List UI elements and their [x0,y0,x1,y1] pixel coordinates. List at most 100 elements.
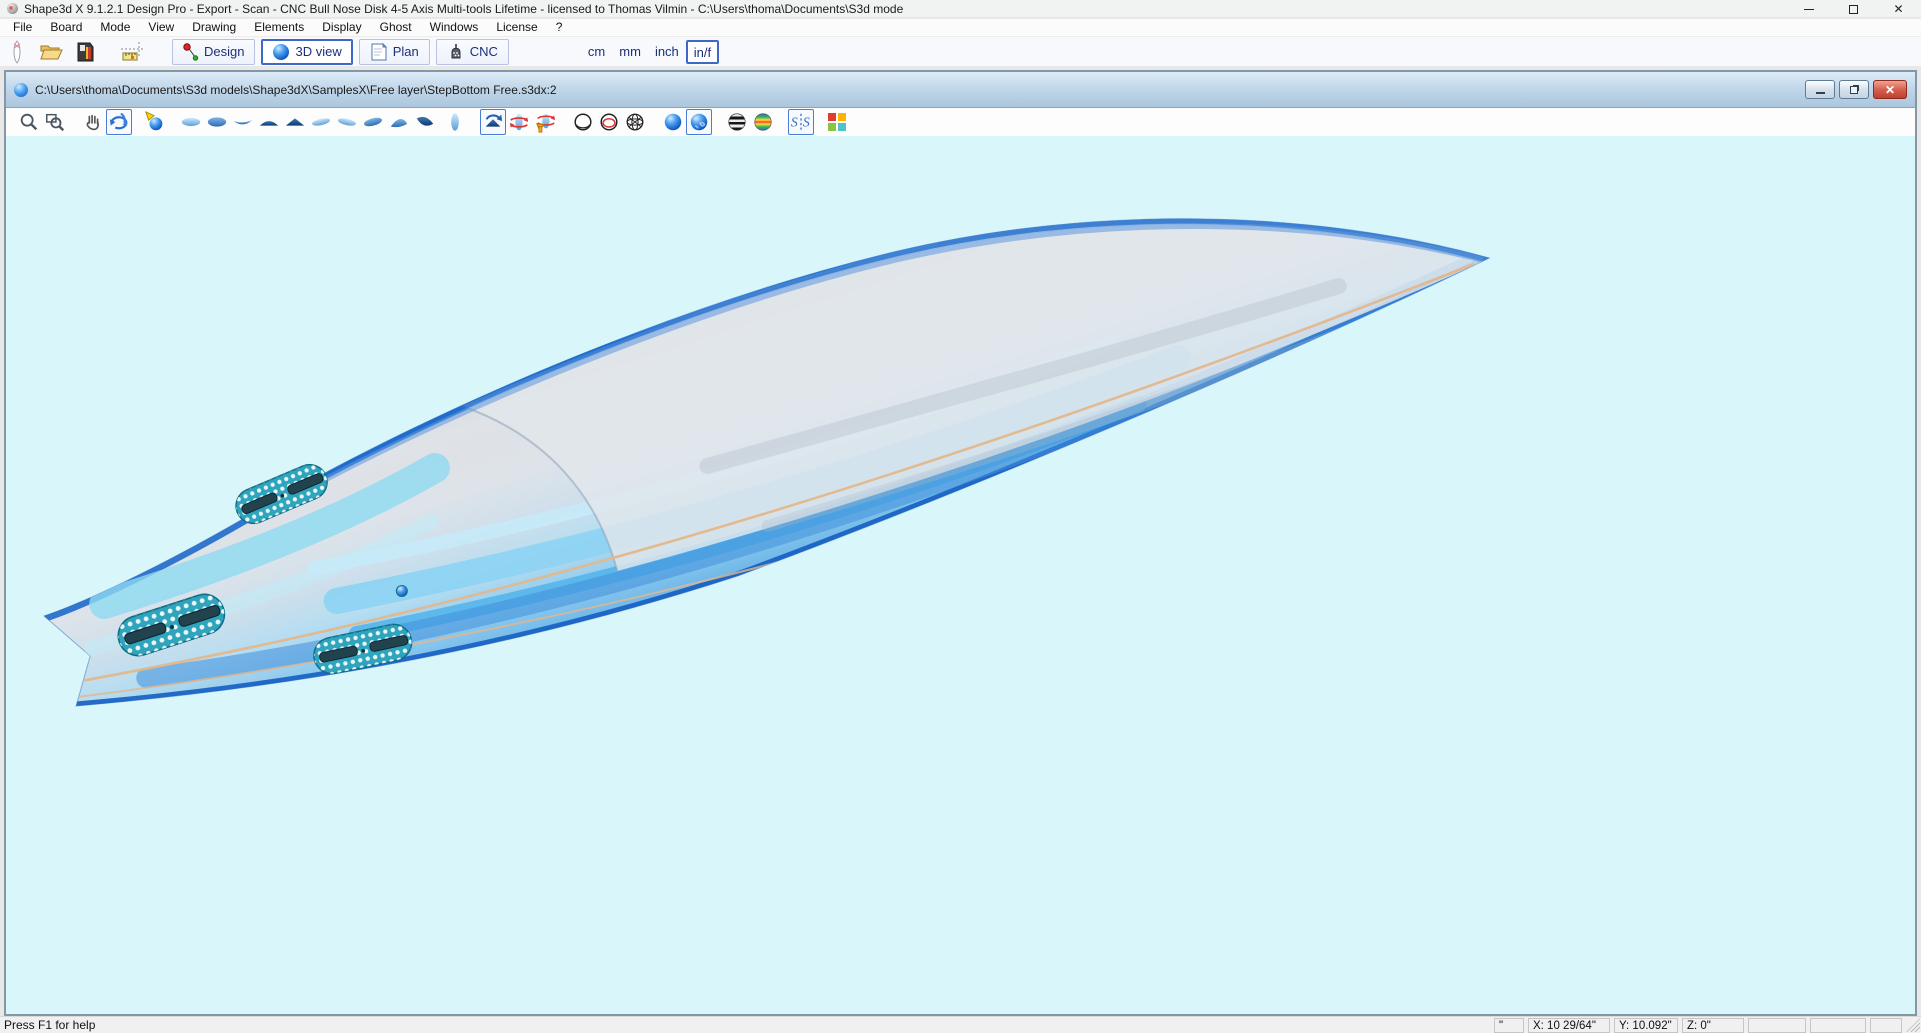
tool-spin-horizontal[interactable] [506,109,532,135]
tool-view-perspective-1[interactable] [308,109,334,135]
main-toolbar: Design 3D view Plan CNC cm mm inch in/f [0,36,1921,66]
tool-render-zebra[interactable] [724,109,750,135]
zoom-icon [18,111,40,133]
tool-view-perspective-5[interactable] [412,109,438,135]
tool-view-perspective-4[interactable] [386,109,412,135]
cnc-button[interactable]: CNC [436,39,509,65]
render-outline-red-icon [598,111,620,133]
status-help-text: Press F1 for help [0,1018,1494,1032]
tool-render-curvature[interactable] [750,109,776,135]
tool-zoom-window[interactable] [42,109,68,135]
spin-vertical-icon [533,111,557,133]
plan-icon [370,43,388,61]
unit-mm[interactable]: mm [612,40,648,64]
colors-icon [827,112,847,132]
window-title: Shape3d X 9.1.2.1 Design Pro - Export - … [24,2,903,16]
menu-drawing[interactable]: Drawing [183,19,245,36]
cnc-icon [447,43,465,61]
menu-license[interactable]: License [487,19,546,36]
unit-in-f[interactable]: in/f [686,40,719,64]
design-label: Design [204,44,244,59]
doc-minimize-button[interactable] [1805,80,1835,99]
unit-cm[interactable]: cm [581,40,612,64]
doc-close-button[interactable]: ✕ [1873,80,1907,99]
resize-grip[interactable] [1906,1018,1920,1032]
tool-render-outline-red[interactable] [596,109,622,135]
status-empty-cell [1810,1018,1866,1033]
close-icon: ✕ [1893,3,1903,15]
tool-view-back[interactable] [282,109,308,135]
light-icon [144,111,166,133]
view-perspective-2-icon [335,111,359,133]
tool-zoom[interactable] [16,109,42,135]
compare-sides-icon: S S [790,111,812,133]
render-outline-icon [572,111,594,133]
measure-button[interactable] [120,39,146,65]
close-button[interactable]: ✕ [1876,0,1921,18]
menu-ghost[interactable]: Ghost [371,19,421,36]
tool-rotation-view[interactable] [480,109,506,135]
tool-view-bottom[interactable] [204,109,230,135]
minimize-button[interactable] [1786,0,1831,18]
menu-file[interactable]: File [4,19,41,36]
status-unit-cell: " [1494,1018,1524,1033]
doc-restore-button[interactable] [1839,80,1869,99]
menu-windows[interactable]: Windows [421,19,488,36]
render-textured-icon [688,111,710,133]
render-zebra-icon [726,111,748,133]
tool-view-perspective-3[interactable] [360,109,386,135]
view-front-icon [257,111,281,133]
new-board-button[interactable] [4,39,30,65]
menu-display[interactable]: Display [313,19,370,36]
open-button[interactable] [38,39,64,65]
open-folder-icon [39,42,63,62]
tool-compare-sides[interactable]: S S [788,109,814,135]
tool-view-profile[interactable] [230,109,256,135]
doc-close-icon: ✕ [1885,83,1895,97]
render-wireframe-icon [624,111,646,133]
doc-minimize-icon [1816,92,1825,94]
menu-view[interactable]: View [139,19,183,36]
maximize-icon [1849,5,1858,14]
3d-viewport[interactable] [6,136,1915,1014]
3d-view-button[interactable]: 3D view [261,39,352,65]
tool-light[interactable] [142,109,168,135]
plan-view-button[interactable]: Plan [359,39,430,65]
menu-bar: File Board Mode View Drawing Elements Di… [0,19,1921,36]
tool-view-front[interactable] [256,109,282,135]
document-title: C:\Users\thoma\Documents\S3d models\Shap… [35,83,557,97]
tool-colors[interactable] [824,109,850,135]
save-button[interactable] [72,39,98,65]
tool-pan[interactable] [80,109,106,135]
view-profile-icon [231,111,255,133]
view-bottom-icon [205,111,229,133]
maximize-button[interactable] [1831,0,1876,18]
tool-spin-vertical[interactable] [532,109,558,135]
menu-board[interactable]: Board [41,19,91,36]
menu-help[interactable]: ? [547,19,572,36]
tool-view-top[interactable] [178,109,204,135]
view-perspective-5-icon [413,111,437,133]
tool-view-perspective-2[interactable] [334,109,360,135]
tool-view-outline-front[interactable] [442,109,468,135]
tool-render-outline[interactable] [570,109,596,135]
view-back-icon [283,111,307,133]
unit-inch[interactable]: inch [648,40,686,64]
app-icon [7,3,18,14]
view-perspective-3-icon [361,111,385,133]
status-x-coordinate: X: 10 29/64" [1528,1018,1610,1033]
design-view-button[interactable]: Design [172,39,255,65]
zoom-window-icon [44,111,66,133]
surfboard-icon [7,40,27,64]
menu-mode[interactable]: Mode [91,19,139,36]
sphere-icon [272,43,290,61]
menu-elements[interactable]: Elements [245,19,313,36]
view-perspective-4-icon [387,111,411,133]
tool-render-solid[interactable] [660,109,686,135]
tool-render-textured[interactable] [686,109,712,135]
tool-rotate-3d[interactable] [106,109,132,135]
status-bar: Press F1 for help " X: 10 29/64" Y: 10.0… [0,1016,1921,1033]
save-icon [75,41,95,63]
design-icon [183,43,199,61]
tool-render-wireframe[interactable] [622,109,648,135]
